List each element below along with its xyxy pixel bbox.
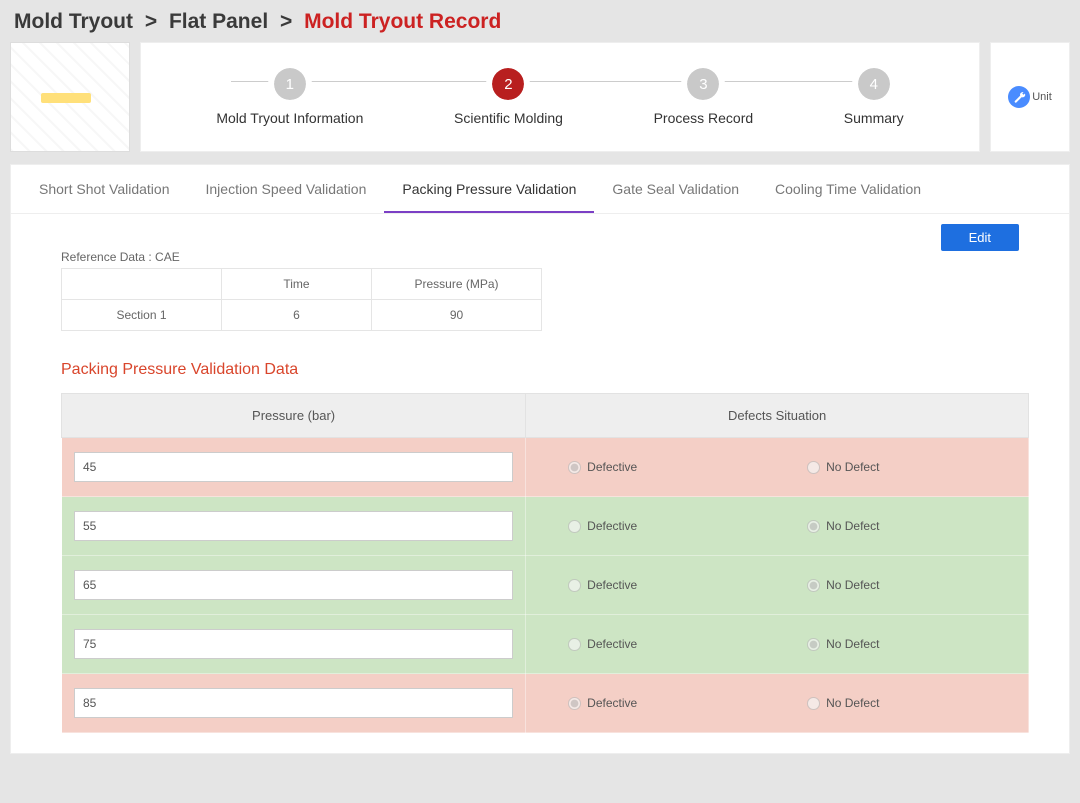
label-nodefect: No Defect [826,519,879,533]
reference-label: Reference Data : CAE [61,250,1029,264]
step-circle: 3 [687,68,719,100]
breadcrumb-sep: > [145,10,157,33]
step-1[interactable]: 1 Mold Tryout Information [216,68,363,126]
radio-nodefect[interactable] [807,697,820,710]
table-row: Defective No Defect [62,674,1029,733]
stepper: 1 Mold Tryout Information 2 Scientific Mo… [140,42,980,152]
edit-button[interactable]: Edit [941,224,1019,251]
radio-defective[interactable] [568,461,581,474]
radio-defective[interactable] [568,638,581,651]
option-defective[interactable]: Defective [538,696,777,710]
step-circle: 4 [858,68,890,100]
label-defective: Defective [587,637,637,651]
option-defective[interactable]: Defective [538,578,777,592]
option-nodefect[interactable]: No Defect [777,637,1016,651]
option-nodefect[interactable]: No Defect [777,519,1016,533]
subtab-2[interactable]: Packing Pressure Validation [384,165,594,213]
radio-defective[interactable] [568,579,581,592]
step-circle: 1 [274,68,306,100]
pressure-input[interactable] [74,511,513,541]
label-defective: Defective [587,696,637,710]
subtab-4[interactable]: Cooling Time Validation [757,165,939,213]
step-label: Scientific Molding [454,110,563,126]
unit-label: Unit [1032,91,1052,103]
label-defective: Defective [587,578,637,592]
step-label: Summary [844,110,904,126]
breadcrumb: Mold Tryout > Flat Panel > Mold Tryout R… [0,0,1080,42]
option-defective[interactable]: Defective [538,519,777,533]
step-2[interactable]: 2 Scientific Molding [454,68,563,126]
label-nodefect: No Defect [826,578,879,592]
pressure-input[interactable] [74,452,513,482]
ref-row-time: 6 [222,300,372,331]
step-3[interactable]: 3 Process Record [654,68,754,126]
table-row: Defective No Defect [62,497,1029,556]
pressure-input[interactable] [74,629,513,659]
option-defective[interactable]: Defective [538,460,777,474]
breadcrumb-sep: > [280,10,292,33]
option-defective[interactable]: Defective [538,637,777,651]
pressure-input[interactable] [74,570,513,600]
ref-header-pressure: Pressure (MPa) [372,269,542,300]
radio-nodefect[interactable] [807,638,820,651]
validation-table: Pressure (bar) Defects Situation Defecti… [61,393,1029,733]
part-thumbnail[interactable] [10,42,130,152]
step-circle: 2 [492,68,524,100]
radio-nodefect[interactable] [807,579,820,592]
pressure-input[interactable] [74,688,513,718]
label-nodefect: No Defect [826,696,879,710]
label-nodefect: No Defect [826,460,879,474]
table-row: Defective No Defect [62,615,1029,674]
subtab-0[interactable]: Short Shot Validation [21,165,188,213]
table-row: Defective No Defect [62,438,1029,497]
col-pressure: Pressure (bar) [62,394,526,438]
ref-header-blank [62,269,222,300]
thumbnail-highlight [41,93,91,103]
label-nodefect: No Defect [826,637,879,651]
ref-row-name: Section 1 [62,300,222,331]
label-defective: Defective [587,519,637,533]
radio-defective[interactable] [568,697,581,710]
subtab-3[interactable]: Gate Seal Validation [594,165,757,213]
radio-nodefect[interactable] [807,520,820,533]
wrench-icon [1008,86,1030,108]
subtabs: Short Shot ValidationInjection Speed Val… [11,165,1069,214]
col-defects: Defects Situation [526,394,1029,438]
table-row: Defective No Defect [62,556,1029,615]
option-nodefect[interactable]: No Defect [777,578,1016,592]
subtab-1[interactable]: Injection Speed Validation [188,165,385,213]
label-defective: Defective [587,460,637,474]
breadcrumb-part2[interactable]: Flat Panel [169,10,268,33]
option-nodefect[interactable]: No Defect [777,460,1016,474]
breadcrumb-part1[interactable]: Mold Tryout [14,10,133,33]
ref-header-time: Time [222,269,372,300]
reference-table: Time Pressure (MPa) Section 1 6 90 [61,268,542,331]
step-4[interactable]: 4 Summary [844,68,904,126]
step-label: Mold Tryout Information [216,110,363,126]
unit-button[interactable]: Unit [990,42,1070,152]
radio-defective[interactable] [568,520,581,533]
section-title: Packing Pressure Validation Data [61,361,1029,379]
radio-nodefect[interactable] [807,461,820,474]
breadcrumb-current: Mold Tryout Record [304,10,501,33]
option-nodefect[interactable]: No Defect [777,696,1016,710]
step-label: Process Record [654,110,754,126]
ref-row-pressure: 90 [372,300,542,331]
